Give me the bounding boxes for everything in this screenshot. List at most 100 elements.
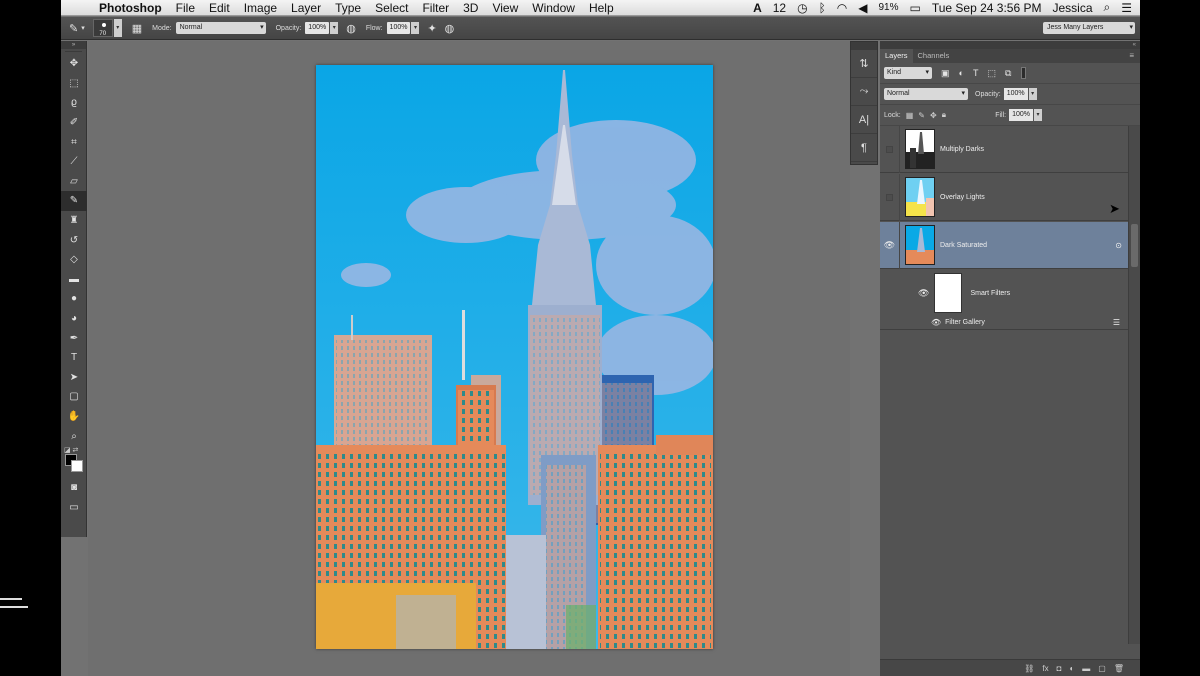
filter-options-icon[interactable]: ☰ bbox=[1113, 318, 1120, 327]
tab-layers[interactable]: Layers bbox=[880, 49, 913, 63]
paragraph-icon[interactable]: ¶ bbox=[851, 134, 877, 162]
airbrush-icon[interactable]: ✦ bbox=[427, 22, 436, 35]
type-filter-icon[interactable]: T bbox=[973, 68, 979, 78]
time-machine-icon[interactable]: ◷ bbox=[797, 1, 807, 15]
scroll-thumb[interactable] bbox=[1131, 224, 1138, 267]
history-brush-tool-icon[interactable]: ↺ bbox=[61, 230, 87, 250]
clone-stamp-tool-icon[interactable]: ♜ bbox=[61, 211, 87, 231]
brush-preset-icon[interactable]: ✎ bbox=[69, 22, 78, 35]
tab-channels[interactable]: Channels bbox=[913, 49, 955, 63]
panel-menu-icon[interactable]: ≡ bbox=[1129, 51, 1134, 60]
bluetooth-icon[interactable]: ᛒ bbox=[819, 1, 826, 15]
menu-3d[interactable]: 3D bbox=[463, 1, 478, 15]
eye-icon[interactable]: 👁︎ bbox=[918, 288, 929, 299]
menu-select[interactable]: Select bbox=[375, 1, 408, 15]
layers-scrollbar[interactable] bbox=[1128, 126, 1140, 644]
brush-size-picker[interactable]: 70 bbox=[92, 19, 113, 37]
layer-opacity-field[interactable]: 100% bbox=[1003, 88, 1028, 100]
lock-transparent-icon[interactable]: ▦ bbox=[906, 111, 914, 120]
notification-center-icon[interactable]: ☰ bbox=[1121, 1, 1132, 15]
pressure-size-icon[interactable]: ◍ bbox=[445, 22, 455, 35]
pressure-opacity-icon[interactable]: ◍ bbox=[346, 22, 356, 35]
opacity-field[interactable]: 100% bbox=[305, 22, 330, 34]
link-layers-icon[interactable]: ⛓︎ bbox=[1024, 664, 1034, 673]
brush-tool-icon[interactable]: ✎ bbox=[61, 191, 87, 211]
shape-tool-icon[interactable]: ▢ bbox=[61, 387, 87, 407]
dodge-tool-icon[interactable]: ◕ bbox=[61, 309, 87, 329]
default-colors-icon[interactable]: ◪ ⇄ bbox=[64, 446, 78, 454]
user-menu[interactable]: Jessica bbox=[1052, 1, 1092, 15]
layer-name[interactable]: Multiply Darks bbox=[940, 146, 984, 153]
new-layer-icon[interactable]: ▢ bbox=[1098, 664, 1106, 673]
layer-name[interactable]: Overlay Lights bbox=[940, 194, 985, 201]
menu-filter[interactable]: Filter bbox=[422, 1, 449, 15]
canvas-area[interactable] bbox=[88, 41, 850, 676]
new-group-icon[interactable]: ▬ bbox=[1082, 664, 1090, 673]
smart-object-filter-icon[interactable]: ⧉ bbox=[1005, 68, 1011, 79]
mode-select[interactable]: Normal bbox=[175, 22, 266, 34]
add-mask-icon[interactable]: ◘ bbox=[1057, 664, 1062, 673]
panel-collapse-icon[interactable]: » bbox=[61, 41, 86, 49]
layer-name[interactable]: Dark Saturated bbox=[940, 242, 987, 249]
menu-layer[interactable]: Layer bbox=[291, 1, 321, 15]
brush-panel-icon[interactable]: ▦ bbox=[132, 22, 142, 35]
adjustment-layer-icon[interactable]: ◐ bbox=[1069, 664, 1074, 673]
filter-gallery-label[interactable]: Filter Gallery bbox=[945, 319, 985, 326]
menu-help[interactable]: Help bbox=[589, 1, 614, 15]
adobe-icon[interactable]: A bbox=[753, 1, 762, 15]
screen-mode-icon[interactable]: ▭ bbox=[61, 497, 87, 517]
blur-tool-icon[interactable]: ● bbox=[61, 289, 87, 309]
eraser-tool-icon[interactable]: ◇ bbox=[61, 250, 87, 270]
menu-type[interactable]: Type bbox=[335, 1, 361, 15]
dock-grip[interactable] bbox=[851, 42, 877, 50]
panel-collapse-icon[interactable]: « bbox=[880, 41, 1140, 49]
visibility-toggle[interactable] bbox=[880, 125, 900, 173]
character-icon[interactable]: A| bbox=[851, 106, 877, 134]
eyedropper-tool-icon[interactable]: ⟋ bbox=[61, 152, 87, 172]
paths-icon[interactable]: ⤳ bbox=[851, 78, 877, 106]
lock-position-icon[interactable]: ✥ bbox=[930, 111, 937, 120]
smart-filters-row[interactable]: 👁︎ Smart Filters bbox=[880, 270, 1128, 316]
document-image[interactable] bbox=[316, 65, 713, 649]
adjustment-filter-icon[interactable]: ◐ bbox=[959, 68, 964, 78]
healing-brush-tool-icon[interactable]: ▱ bbox=[61, 172, 87, 192]
path-select-tool-icon[interactable]: ➤ bbox=[61, 368, 87, 388]
flow-field[interactable]: 100% bbox=[386, 22, 411, 34]
menu-view[interactable]: View bbox=[492, 1, 518, 15]
crop-tool-icon[interactable]: ⌗ bbox=[61, 132, 87, 152]
volume-icon[interactable]: ◀ bbox=[858, 1, 867, 15]
layer-row-selected[interactable]: 👁︎ Dark Saturated ⊙ bbox=[880, 221, 1128, 269]
lasso-tool-icon[interactable]: ϱ bbox=[61, 93, 87, 113]
visibility-toggle[interactable] bbox=[880, 173, 900, 221]
layer-row[interactable]: Multiply Darks bbox=[880, 125, 1128, 173]
menu-file[interactable]: File bbox=[176, 1, 195, 15]
wifi-icon[interactable]: ◠ bbox=[837, 1, 847, 15]
layer-row[interactable]: Overlay Lights bbox=[880, 173, 1128, 221]
menu-window[interactable]: Window bbox=[532, 1, 575, 15]
fill-field[interactable]: 100% bbox=[1009, 109, 1033, 121]
battery-icon[interactable]: ▭ bbox=[910, 1, 921, 15]
opacity-dropdown[interactable]: ▾ bbox=[330, 22, 339, 34]
menu-image[interactable]: Image bbox=[244, 1, 277, 15]
battery-percent[interactable]: 91% bbox=[879, 2, 899, 13]
clock[interactable]: Tue Sep 24 3:56 PM bbox=[932, 1, 1042, 15]
filter-kind-select[interactable]: Kind bbox=[884, 67, 932, 79]
shape-filter-icon[interactable]: ⬚ bbox=[987, 68, 996, 79]
zoom-tool-icon[interactable]: ⌕ bbox=[61, 426, 87, 446]
move-tool-icon[interactable]: ✥ bbox=[61, 54, 87, 74]
filter-gallery-row[interactable]: 👁︎ Filter Gallery ☰ bbox=[880, 316, 1128, 330]
gradient-tool-icon[interactable]: ▬ bbox=[61, 270, 87, 290]
menu-edit[interactable]: Edit bbox=[209, 1, 230, 15]
trash-icon[interactable]: 🗑︎ bbox=[1114, 664, 1124, 673]
app-menu[interactable]: Photoshop bbox=[99, 1, 162, 15]
hand-tool-icon[interactable]: ✋ bbox=[61, 407, 87, 427]
adjustment-icon[interactable]: ⇅ bbox=[851, 50, 877, 78]
workspace-select[interactable]: Jess Many Layers bbox=[1043, 22, 1135, 34]
background-color-swatch[interactable] bbox=[71, 459, 83, 472]
filter-mask-thumbnail[interactable] bbox=[934, 273, 963, 313]
marquee-tool-icon[interactable]: ⬚ bbox=[61, 74, 87, 94]
filter-toggle[interactable] bbox=[1021, 67, 1027, 79]
lock-pixels-icon[interactable]: ✎ bbox=[918, 111, 925, 120]
blend-mode-select[interactable]: Normal bbox=[884, 88, 968, 100]
quick-select-tool-icon[interactable]: ✐ bbox=[61, 113, 87, 133]
